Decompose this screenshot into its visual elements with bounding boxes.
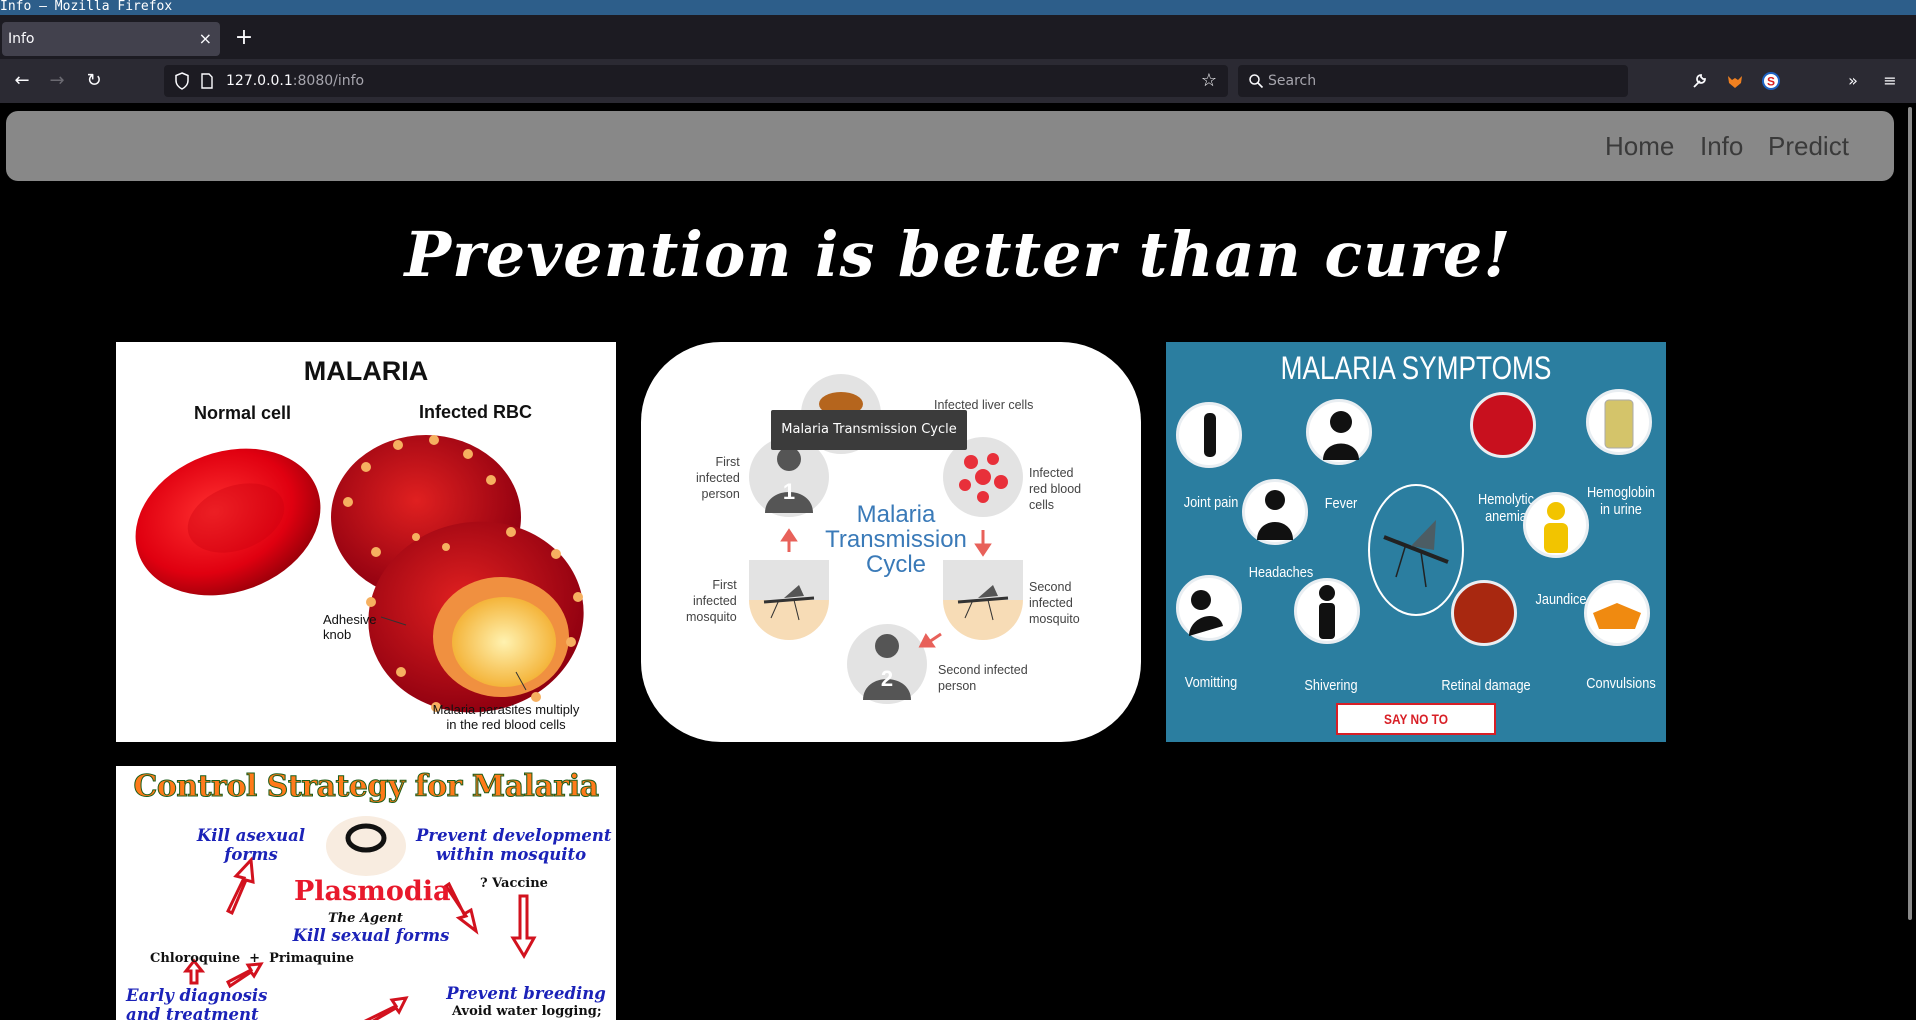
say-no-banner: SAY NO TO MOSQUITOES [1336, 703, 1496, 742]
bookmark-star-icon[interactable]: ☆ [1198, 70, 1220, 92]
search-icon [1249, 74, 1264, 89]
page-headline: Prevention is better than cure! [404, 218, 1512, 291]
joint-pain-label: Joint pain [1183, 494, 1239, 511]
hemolytic-icon [1470, 392, 1536, 458]
prevent-breeding-label: Prevent breeding [446, 984, 606, 1003]
rbc-label: Infected red blood cells [1029, 466, 1082, 512]
nav-link-predict[interactable]: Predict [1768, 111, 1849, 181]
shield-icon[interactable] [174, 72, 190, 90]
malaria-symptoms-image[interactable]: MALARIA SYMPTOMS Joint pain Fever Headac… [1166, 342, 1666, 742]
joint-pain-icon [1176, 402, 1242, 468]
url-host: 127.0.0.1 [226, 73, 293, 89]
mosquito-icon [1368, 484, 1464, 616]
reload-icon[interactable]: ↻ [82, 69, 106, 93]
adhesive-knob-label: Adhesive knob [323, 612, 377, 642]
shivering-label: Shivering [1304, 677, 1358, 694]
nav-link-info[interactable]: Info [1700, 111, 1743, 181]
second-mosquito-label: Second infected mosquito [1029, 580, 1080, 626]
tab-bar: Info × + [0, 15, 1916, 59]
avoid-water-logging-label: Avoid water logging; [452, 1004, 602, 1019]
headaches-label: Headaches [1248, 564, 1314, 581]
fever-icon [1306, 399, 1372, 465]
overflow-chevrons-icon[interactable]: » [1841, 69, 1865, 93]
first-person-label: First infected person [696, 455, 740, 501]
control-strategy-image[interactable]: Control Strategy for Malaria Kill asexua… [116, 766, 616, 1020]
new-tab-icon[interactable]: + [232, 27, 256, 51]
plasmodia-label: Plasmodia [294, 876, 451, 907]
vomitting-icon [1176, 575, 1242, 641]
cycle-center-text: Malaria Transmission Cycle [825, 501, 967, 578]
fever-label: Fever [1324, 495, 1358, 512]
s-extension-icon[interactable]: S [1759, 69, 1783, 93]
nav-link-home[interactable]: Home [1605, 111, 1674, 181]
the-agent-label: The Agent [328, 911, 403, 926]
page-viewport: Home Info Predict Prevention is better t… [0, 103, 1916, 1020]
site-navbar: Home Info Predict [6, 111, 1894, 181]
url-path: :8080/info [292, 73, 365, 89]
symptoms-title: MALARIA SYMPTOMS [1280, 350, 1552, 386]
kill-sexual-label: Kill sexual forms [292, 926, 450, 945]
hemoglobin-icon [1586, 389, 1652, 455]
first-mosquito-label: First infected mosquito [686, 578, 737, 624]
red-blood-cells-illustration [135, 435, 584, 713]
chloroquine-label: Chloroquine + Primaquine [150, 951, 355, 966]
back-arrow-icon[interactable]: ← [10, 69, 34, 93]
vomitting-label: Vomitting [1184, 674, 1238, 691]
search-placeholder: Search [1268, 73, 1317, 89]
transmission-cycle-image[interactable]: 2 1 Malaria Transmission Cycle Infected … [641, 342, 1141, 742]
fox-extension-icon[interactable] [1723, 69, 1747, 93]
hemoglobin-label: Hemoglobin in urine [1586, 484, 1656, 518]
svg-text:S: S [1767, 75, 1775, 89]
url-bar[interactable]: 127.0.0.1:8080/info ☆ [164, 65, 1228, 97]
page-icon[interactable] [200, 73, 214, 89]
forward-arrow-icon[interactable]: → [45, 69, 69, 93]
vaccine-label: ? Vaccine [480, 876, 548, 891]
say-no-banner-text: SAY NO TO MOSQUITOES [1376, 711, 1456, 742]
tab-close-icon[interactable]: × [199, 22, 212, 56]
convulsions-icon [1584, 580, 1650, 646]
wrench-icon[interactable] [1687, 69, 1711, 93]
early-diagnosis-label: Early diagnosis and treatment [126, 986, 268, 1020]
image-tooltip: Malaria Transmission Cycle [771, 410, 967, 450]
search-box[interactable]: Search [1238, 65, 1628, 97]
shivering-icon [1294, 578, 1360, 644]
url-text[interactable]: 127.0.0.1:8080/info [226, 65, 364, 97]
tab-info[interactable]: Info × [2, 22, 220, 56]
headaches-icon [1242, 479, 1308, 545]
second-person-label: Second infected person [938, 663, 1028, 693]
hamburger-menu-icon[interactable]: ≡ [1878, 69, 1902, 93]
convulsions-label: Convulsions [1586, 675, 1656, 692]
tab-title: Info [8, 31, 35, 47]
jaundice-icon [1523, 492, 1589, 558]
retinal-damage-label: Retinal damage [1441, 677, 1531, 694]
parasites-label: Malaria parasites multiply in the red bl… [432, 702, 580, 732]
window-title: Info — Mozilla Firefox [0, 0, 1916, 15]
retinal-damage-icon [1451, 580, 1517, 646]
navigation-toolbar: ← → ↻ 127.0.0.1:8080/info ☆ Search S » ≡ [0, 59, 1916, 103]
malaria-cells-image[interactable]: MALARIA Normal cell Infected RBC Adhesiv [116, 342, 616, 742]
